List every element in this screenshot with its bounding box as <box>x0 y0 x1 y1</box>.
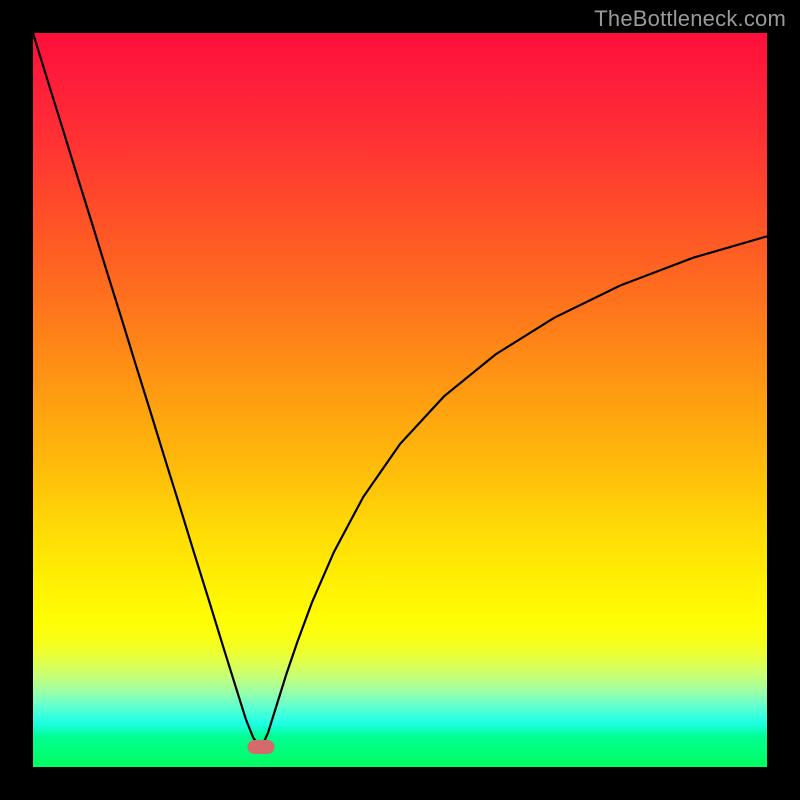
notch-marker <box>247 740 274 754</box>
bottleneck-curve <box>33 33 767 767</box>
chart-frame: TheBottleneck.com <box>0 0 800 800</box>
curve-path <box>33 33 767 747</box>
watermark-text: TheBottleneck.com <box>594 6 786 32</box>
